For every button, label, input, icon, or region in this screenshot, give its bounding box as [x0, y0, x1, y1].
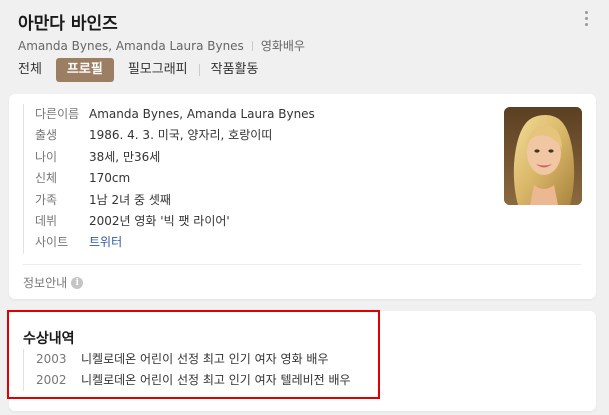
subtitle-divider: [251, 41, 253, 51]
info-label: 출생: [35, 128, 58, 143]
subtitle: Amanda Bynes, Amanda Laura Bynes 영화배우: [18, 37, 305, 54]
award-item: 2002 니켈로데온 어린이 선정 최고 인기 여자 텔레비전 배우: [36, 370, 351, 391]
tab-profile[interactable]: 프로필: [55, 58, 114, 82]
info-notice-label: 정보안내: [23, 276, 68, 290]
info-label: 사이트: [35, 235, 69, 250]
info-value: 38세, 만36세: [89, 149, 161, 164]
info-row-other-names: 다른이름 Amanda Bynes, Amanda Laura Bynes: [35, 104, 315, 125]
profile-card: 다른이름 Amanda Bynes, Amanda Laura Bynes 출생 1…: [9, 94, 596, 299]
info-label: 신체: [35, 171, 58, 186]
award-year: 2003: [36, 352, 67, 366]
info-label: 나이: [35, 149, 58, 164]
header: 아만다 바인즈 Amanda Bynes, Amanda Laura Bynes…: [0, 0, 609, 88]
award-name: 니켈로데온 어린이 선정 최고 인기 여자 텔레비전 배우: [81, 373, 351, 387]
tab-all[interactable]: 전체: [18, 58, 42, 82]
alternate-names: Amanda Bynes, Amanda Laura Bynes: [18, 39, 244, 53]
info-label: 가족: [35, 192, 58, 207]
info-value: Amanda Bynes, Amanda Laura Bynes: [89, 107, 315, 121]
card-divider: [23, 264, 581, 265]
info-value: 1986. 4. 3. 미국, 양자리, 호랑이띠: [89, 128, 273, 143]
info-value: 2002년 영화 '빅 팻 라이어': [89, 213, 230, 228]
page-title: 아만다 바인즈: [18, 14, 118, 34]
occupation: 영화배우: [260, 39, 305, 53]
info-row-debut: 데뷔 2002년 영화 '빅 팻 라이어': [35, 211, 315, 232]
info-icon[interactable]: i: [71, 276, 84, 289]
awards-list: 2003 니켈로데온 어린이 선정 최고 인기 여자 영화 배우 2002 니켈로데…: [23, 349, 351, 391]
award-name: 니켈로데온 어린이 선정 최고 인기 여자 영화 배우: [81, 352, 329, 366]
profile-info-list: 다른이름 Amanda Bynes, Amanda Laura Bynes 출생 1…: [23, 104, 315, 254]
tab-activities[interactable]: 작품활동: [211, 58, 259, 82]
info-label: 데뷔: [35, 213, 58, 228]
award-year: 2002: [36, 373, 67, 387]
info-row-birth: 출생 1986. 4. 3. 미국, 양자리, 호랑이띠: [35, 125, 315, 146]
twitter-link[interactable]: 트위터: [89, 232, 122, 253]
info-row-age: 나이 38세, 만36세: [35, 147, 315, 168]
awards-title: 수상내역: [23, 331, 75, 347]
tab-divider: [198, 64, 200, 76]
awards-card: 수상내역 2003 니켈로데온 어린이 선정 최고 인기 여자 영화 배우 200…: [9, 311, 596, 411]
info-label: 다른이름: [35, 107, 80, 121]
info-row-family: 가족 1남 2녀 중 셋째: [35, 190, 315, 211]
info-row-body: 신체 170cm: [35, 168, 315, 189]
profile-photo[interactable]: [504, 107, 582, 205]
more-options-icon[interactable]: [581, 11, 591, 29]
award-item: 2003 니켈로데온 어린이 선정 최고 인기 여자 영화 배우: [36, 349, 351, 370]
tab-bar: 전체 프로필 필모그래피 작품활동: [18, 58, 258, 82]
info-value: 170cm: [89, 171, 131, 186]
tab-filmography[interactable]: 필모그래피: [128, 58, 188, 82]
info-notice[interactable]: 정보안내 i: [23, 274, 84, 291]
info-row-site: 사이트 트위터: [35, 232, 315, 253]
info-value: 1남 2녀 중 셋째: [89, 192, 171, 207]
